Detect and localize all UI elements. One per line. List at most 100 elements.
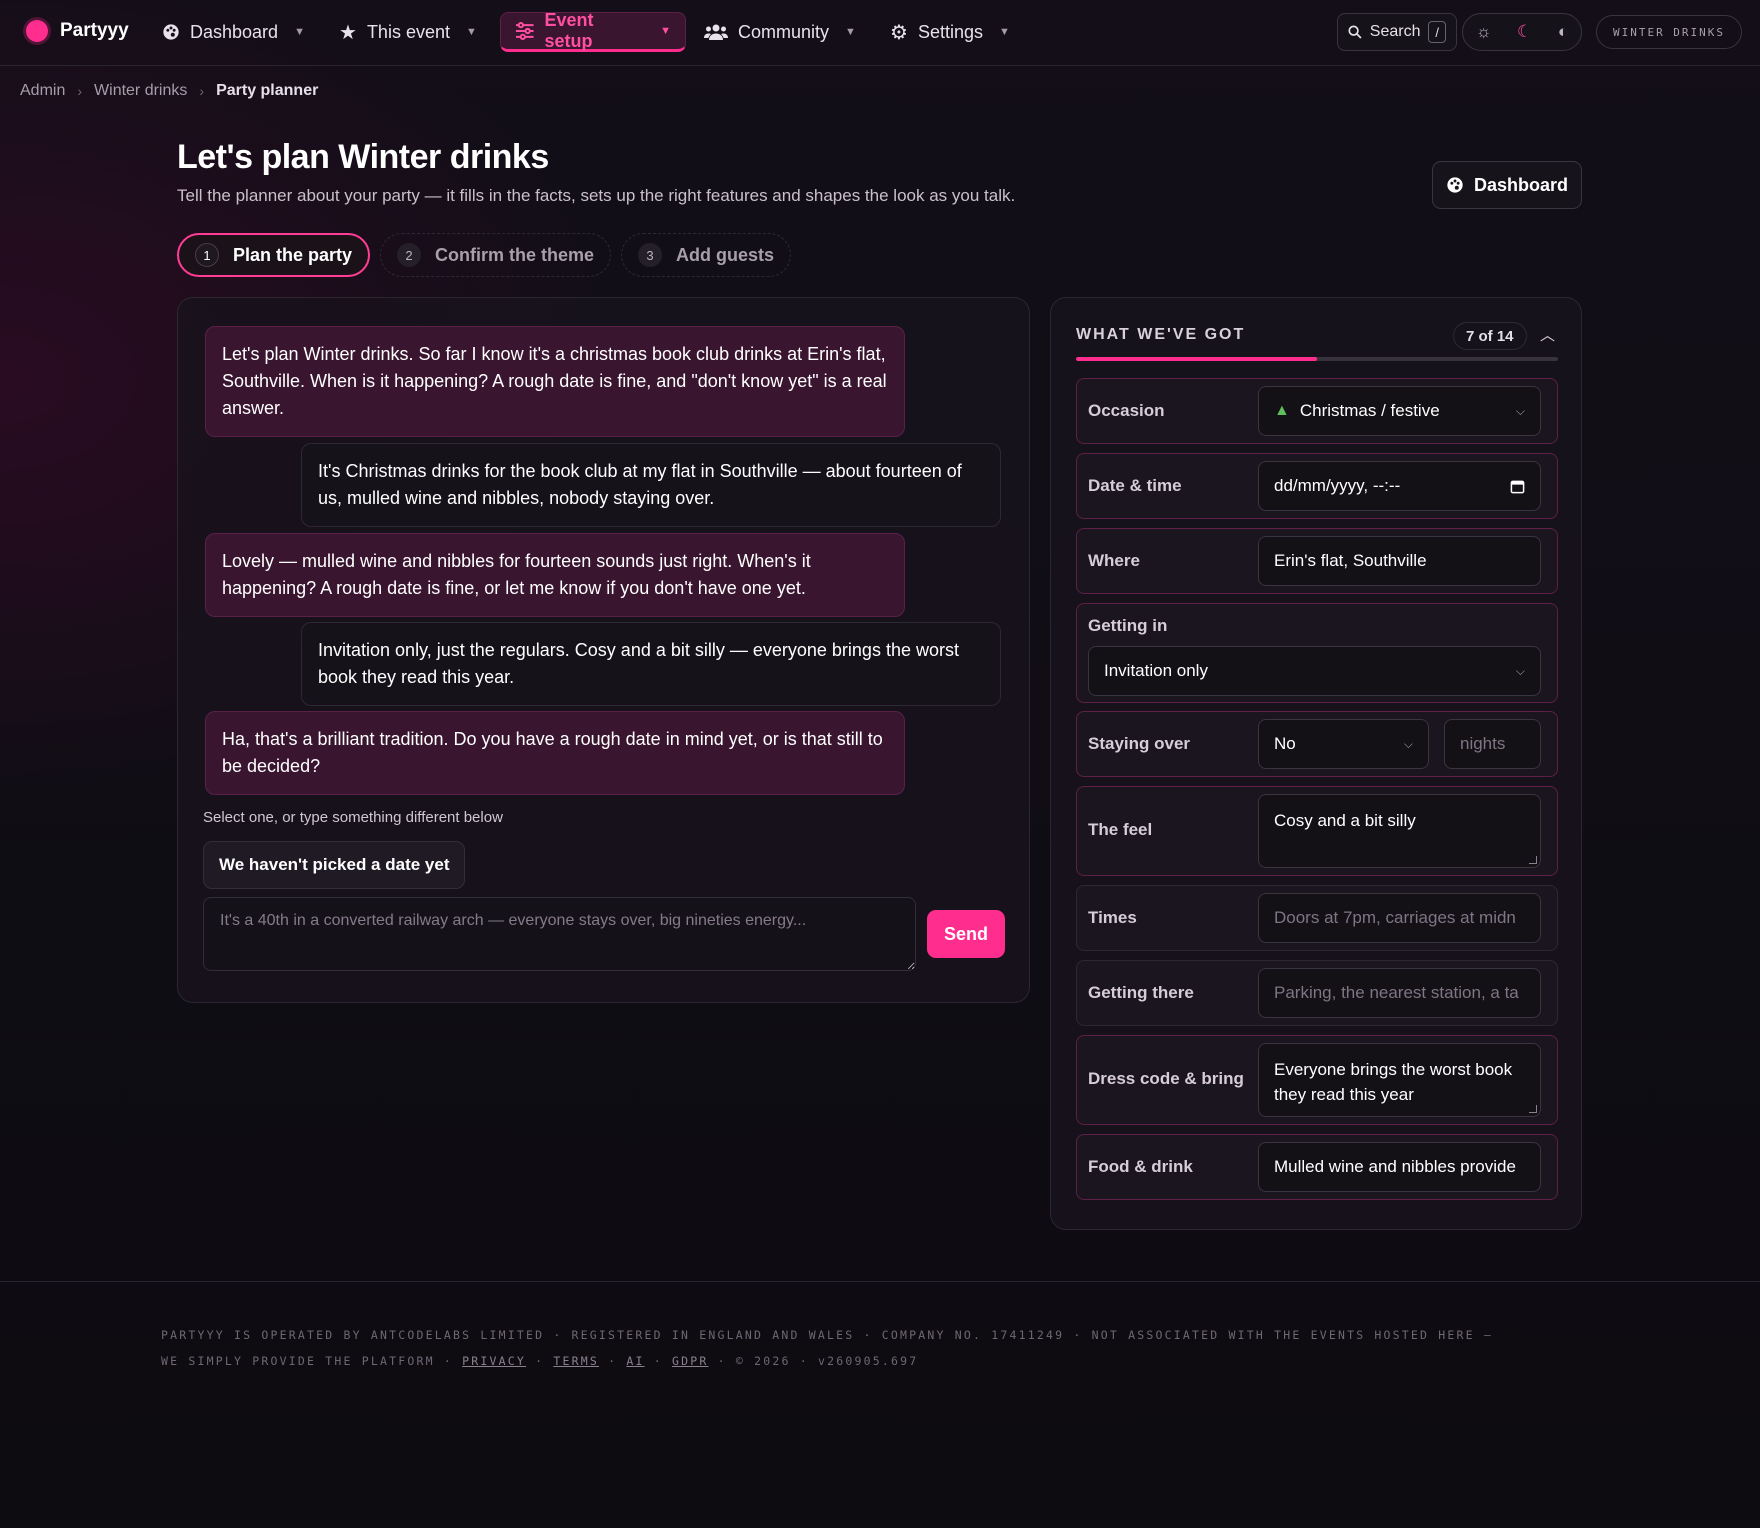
chat-message-bot: Ha, that's a brilliant tradition. Do you… [205,711,905,795]
fact-food-drink: Food & drink Mulled wine and nibbles pro… [1076,1134,1558,1200]
dashboard-button[interactable]: Dashboard [1432,161,1582,209]
brand-logo-icon [26,20,48,42]
fact-dress-code: Dress code & bring Everyone brings the w… [1076,1035,1558,1125]
nav-event-setup[interactable]: Event setup ▼ [500,10,686,52]
chevron-up-icon[interactable]: ︿ [1540,324,1555,345]
dress-code-value: Everyone brings the worst book they read… [1274,1060,1513,1104]
footer-link-ai[interactable]: AI [626,1354,644,1368]
breadcrumb-event[interactable]: Winter drinks [94,82,187,100]
chevron-down-icon: ▼ [465,26,477,38]
occasion-select[interactable]: ▲ Christmas / festive ⌵ [1258,386,1541,436]
breadcrumb-admin[interactable]: Admin [20,82,65,100]
search-icon [1348,25,1362,39]
resize-handle-icon[interactable] [1529,856,1537,864]
resize-handle-icon[interactable] [1529,1105,1537,1113]
footer-link-privacy[interactable]: PRIVACY [462,1354,526,1368]
chevron-down-icon: ⌵ [1515,403,1525,418]
chevron-down-icon: ▼ [845,26,856,38]
chevron-down-icon: ▼ [660,25,671,37]
nav-community-label: Community [738,21,830,42]
calendar-icon[interactable] [1510,479,1525,494]
footer-separator: · [608,1354,618,1368]
footer-line-1: PARTYYY IS OPERATED BY ANTCODELABS LIMIT… [161,1328,1494,1342]
nav-community[interactable]: Community ▼ [690,12,870,52]
step-add-guests[interactable]: 3 Add guests [621,233,792,277]
nights-placeholder: nights [1460,734,1506,753]
chat-message-user: It's Christmas drinks for the book club … [301,443,1001,527]
chevron-down-icon: ⌵ [1515,663,1525,678]
step-plan-the-party[interactable]: 1 Plan the party [177,233,371,277]
chevron-down-icon: ⌵ [1403,736,1413,751]
brand[interactable]: Partyyy [26,20,129,42]
gear-icon: ⚙ [890,21,908,44]
fact-label: Where [1088,551,1140,570]
fact-the-feel: The feel Cosy and a bit silly [1076,786,1558,876]
date-time-input[interactable]: dd/mm/yyyy, --:-- [1258,461,1541,511]
footer-separator: · [653,1354,663,1368]
chat-message-bot: Lovely — mulled wine and nibbles for fou… [205,533,905,617]
staying-over-value: No [1274,734,1296,753]
nav-settings[interactable]: ⚙ Settings ▼ [876,12,1024,52]
step-label: Add guests [676,244,775,265]
where-input[interactable]: Erin's flat, Southville [1258,536,1541,586]
chat-panel: Let's plan Winter drinks. So far I know … [177,297,1030,1003]
getting-there-input[interactable]: Parking, the nearest station, a ta [1258,968,1541,1018]
page-title: Let's plan Winter drinks [177,138,549,176]
nav-this-event[interactable]: ★ This event ▼ [325,12,491,52]
chevron-right-icon: › [199,83,205,99]
contrast-icon[interactable]: ◐ [1558,22,1568,42]
footer: PARTYYY IS OPERATED BY ANTCODELABS LIMIT… [161,1322,1601,1374]
breadcrumb: Admin › Winter drinks › Party planner [20,82,318,100]
suggestion-no-date-button[interactable]: We haven't picked a date yet [203,841,466,889]
fact-label: Getting in [1088,616,1168,635]
step-number: 3 [638,243,663,267]
fact-getting-in: Getting in Invitation only ⌵ [1076,603,1558,703]
top-navigation: Partyyy Dashboard ▼ ★ This event ▼ Event… [0,0,1760,66]
fact-label: Occasion [1088,401,1165,420]
chat-message-user: Invitation only, just the regulars. Cosy… [301,622,1001,706]
step-label: Plan the party [233,244,353,265]
send-button[interactable]: Send [927,910,1005,958]
fact-label: Food & drink [1088,1157,1193,1176]
the-feel-textarea[interactable]: Cosy and a bit silly [1258,794,1541,868]
nav-settings-label: Settings [917,21,983,42]
nav-dashboard[interactable]: Dashboard ▼ [148,12,319,52]
step-label: Confirm the theme [435,244,595,265]
staying-over-select[interactable]: No ⌵ [1258,719,1429,769]
times-input[interactable]: Doors at 7pm, carriages at midn [1258,893,1541,943]
step-tabs: 1 Plan the party 2 Confirm the theme 3 A… [177,233,792,277]
facts-progress-fill [1076,357,1317,361]
getting-in-value: Invitation only [1104,661,1208,680]
facts-title: WHAT WE'VE GOT [1076,326,1246,343]
search-label: Search [1369,23,1421,40]
fact-label: Dress code & bring [1088,1069,1244,1088]
suggestion-hint: Select one, or type something different … [203,809,503,826]
food-drink-input[interactable]: Mulled wine and nibbles provide [1258,1142,1541,1192]
search-shortcut-key: / [1428,21,1446,43]
breadcrumb-current: Party planner [216,82,319,99]
brand-name: Partyyy [60,20,129,41]
footer-link-gdpr[interactable]: GDPR [672,1354,709,1368]
footer-divider [0,1281,1760,1282]
chevron-down-icon: ▼ [998,26,1010,38]
facts-panel: WHAT WE'VE GOT 7 of 14 ︿ Occasion ▲ Chri… [1050,297,1582,1230]
fact-where: Where Erin's flat, Southville [1076,528,1558,594]
food-drink-value: Mulled wine and nibbles provide [1274,1157,1516,1176]
fact-staying-over: Staying over No ⌵ nights [1076,711,1558,777]
getting-in-select[interactable]: Invitation only ⌵ [1088,646,1541,696]
fact-label: Staying over [1088,734,1191,753]
theme-switcher: ☼ ☾ ◐ [1462,13,1582,51]
dashboard-button-label: Dashboard [1473,174,1569,195]
chat-input[interactable] [203,897,916,971]
nights-input[interactable]: nights [1444,719,1541,769]
palette-icon [163,24,179,40]
fact-date-time: Date & time dd/mm/yyyy, --:-- [1076,453,1558,519]
footer-link-terms[interactable]: TERMS [553,1354,599,1368]
search-button[interactable]: Search / [1337,13,1457,51]
sun-icon[interactable]: ☼ [1476,22,1492,42]
step-confirm-the-theme[interactable]: 2 Confirm the theme [380,233,612,277]
moon-icon[interactable]: ☾ [1517,22,1532,42]
dress-code-textarea[interactable]: Everyone brings the worst book they read… [1258,1043,1541,1117]
times-placeholder: Doors at 7pm, carriages at midn [1274,908,1516,927]
event-chip[interactable]: WINTER DRINKS [1596,15,1742,49]
